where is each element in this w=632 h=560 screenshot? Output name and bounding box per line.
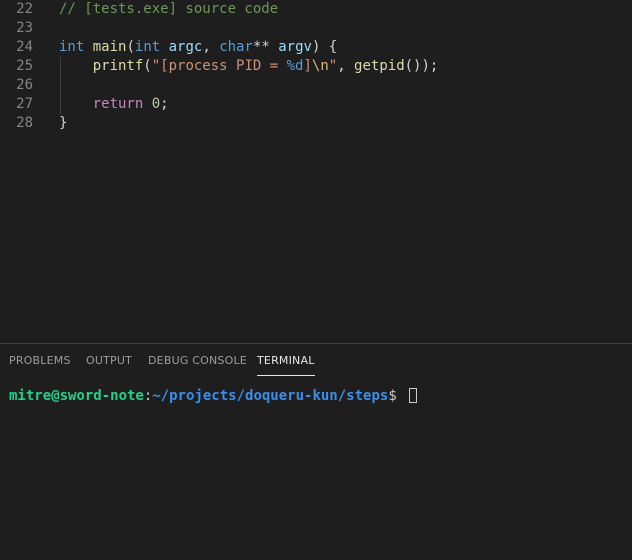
code-token: char	[219, 39, 253, 55]
code-token: ,	[337, 58, 355, 74]
line-code: return 0;	[59, 95, 169, 114]
code-token: ,	[202, 39, 220, 55]
line-code: int main(int argc, char** argv) {	[59, 38, 337, 57]
code-line: 28}	[0, 114, 632, 133]
code-editor[interactable]: 22 // [tests.exe] source code 23 24 int main…	[0, 0, 632, 343]
code-line: 25 printf("[process PID = %d]\n", getpid…	[0, 57, 632, 76]
code-token: // [tests.exe] source code	[59, 1, 279, 17]
code-token: main	[92, 39, 127, 55]
line-number: 22	[16, 1, 33, 17]
terminal-path: ~/projects/doqueru-kun/steps	[152, 388, 389, 404]
code-token: getpid	[354, 58, 405, 74]
code-token: ) {	[311, 39, 338, 55]
code-line: 24 int main(int argc, char** argv) {	[0, 38, 632, 57]
code-token: printf	[92, 58, 144, 74]
code-token: %d	[286, 58, 304, 74]
line-number: 25	[16, 58, 33, 74]
code-line: 22 // [tests.exe] source code	[0, 0, 632, 19]
code-token: \n	[311, 58, 329, 74]
terminal-user-host: mitre@sword-note	[9, 388, 144, 404]
code-token: (	[143, 58, 152, 74]
terminal-output[interactable]: mitre@sword-note:~/projects/doqueru-kun/…	[9, 387, 418, 405]
line-number: 27	[16, 96, 33, 112]
code-token: 0	[151, 96, 161, 112]
line-number: 28	[16, 115, 33, 131]
line-code: printf("[process PID = %d]\n", getpid())…	[59, 57, 439, 76]
bottom-panel: PROBLEMS OUTPUT DEBUG CONSOLE TERMINAL m…	[0, 343, 632, 560]
code-token: argc	[168, 39, 203, 55]
code-token: ]	[303, 58, 312, 74]
panel-tabs: PROBLEMS OUTPUT DEBUG CONSOLE TERMINAL	[0, 344, 632, 378]
tab-problems[interactable]: PROBLEMS	[9, 354, 71, 368]
code-token: return	[92, 96, 144, 112]
code-token: ());	[404, 58, 439, 74]
code-token: int	[134, 39, 161, 55]
code-token: **	[252, 39, 279, 55]
tab-debug-console[interactable]: DEBUG CONSOLE	[148, 354, 247, 368]
code-token: "[process PID =	[151, 58, 287, 74]
line-number: 26	[16, 77, 33, 93]
line-number: 23	[16, 20, 33, 36]
code-token: argv	[278, 39, 312, 55]
terminal-prompt-symbol: $	[388, 388, 406, 404]
line-code: }	[59, 114, 67, 133]
code-token: int	[59, 39, 85, 55]
tab-terminal[interactable]: TERMINAL	[257, 354, 315, 376]
line-number: 24	[16, 39, 33, 55]
code-token: "	[328, 58, 338, 74]
code-line: 27 return 0;	[0, 95, 632, 114]
code-token: ;	[160, 96, 169, 112]
code-token: }	[59, 115, 68, 131]
code-line: 26	[0, 76, 632, 95]
terminal-cursor	[409, 388, 418, 403]
line-code: // [tests.exe] source code	[59, 0, 278, 19]
code-token: (	[126, 39, 135, 55]
code-line: 23	[0, 19, 632, 38]
tab-output[interactable]: OUTPUT	[86, 354, 132, 368]
